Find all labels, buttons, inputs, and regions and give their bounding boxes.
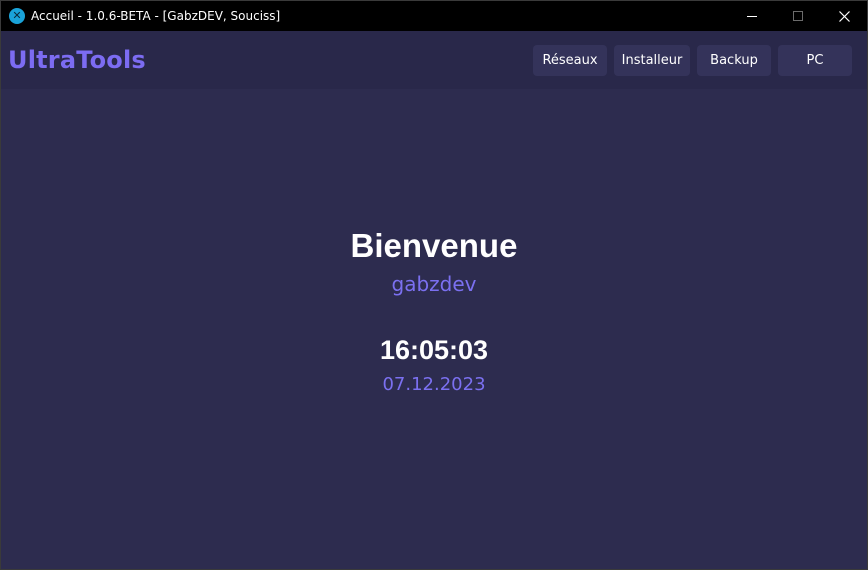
clock-time: 16:05:03 bbox=[379, 335, 489, 365]
window-controls bbox=[729, 1, 867, 31]
nav-button-pc[interactable]: PC bbox=[778, 45, 852, 76]
app-window: ✕ Accueil - 1.0.6-BETA - [GabzDEV, Souci… bbox=[0, 0, 868, 570]
window-title: Accueil - 1.0.6-BETA - [GabzDEV, Souciss… bbox=[31, 9, 281, 23]
header-bar: UltraTools Réseaux Installeur Backup PC bbox=[1, 31, 867, 89]
title-bar[interactable]: ✕ Accueil - 1.0.6-BETA - [GabzDEV, Souci… bbox=[1, 1, 867, 31]
app-logo-icon: ✕ bbox=[9, 8, 25, 24]
nav-button-reseaux[interactable]: Réseaux bbox=[533, 45, 607, 76]
main-content: Bienvenue gabzdev 16:05:03 07.12.2023 bbox=[1, 89, 867, 569]
minimize-icon bbox=[747, 16, 757, 17]
minimize-button[interactable] bbox=[729, 1, 775, 31]
maximize-button[interactable] bbox=[775, 1, 821, 31]
maximize-icon bbox=[793, 11, 803, 21]
close-button[interactable] bbox=[821, 1, 867, 31]
close-icon bbox=[838, 10, 850, 22]
clock-date: 07.12.2023 bbox=[382, 374, 486, 395]
nav-button-installeur[interactable]: Installeur bbox=[614, 45, 690, 76]
welcome-heading: Bienvenue bbox=[350, 227, 518, 264]
nav-button-backup[interactable]: Backup bbox=[697, 45, 771, 76]
username-label: gabzdev bbox=[391, 272, 477, 296]
brand-logo: UltraTools bbox=[8, 46, 146, 74]
nav-bar: Réseaux Installeur Backup PC bbox=[533, 45, 852, 76]
